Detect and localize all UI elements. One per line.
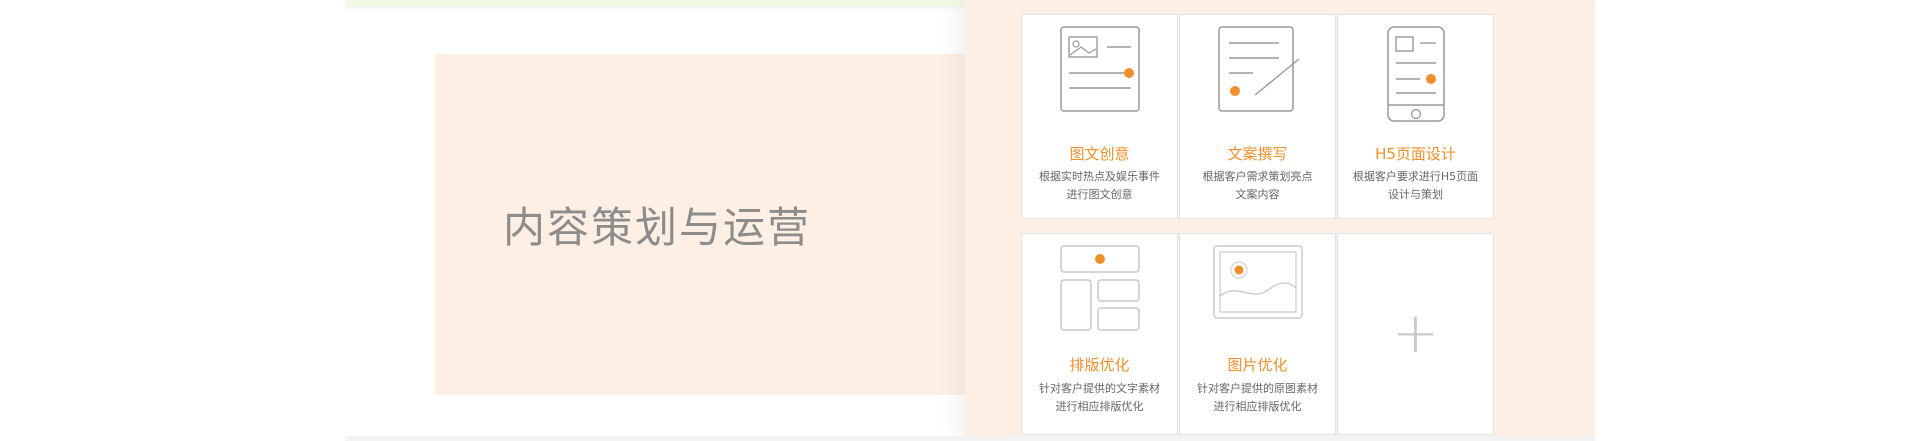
service-title: 排版优化 <box>1069 356 1130 374</box>
service-description-line: 进行图文创意 <box>1066 188 1133 201</box>
service-description: 根据实时热点及娱乐事件 进行图文创意 <box>1028 168 1171 204</box>
service-description: 针对客户提供的原图素材 进行相应排版优化 <box>1186 380 1329 416</box>
layout-icon <box>1022 234 1177 352</box>
service-description: 根据客户要求进行H5页面 设计与策划 <box>1344 168 1487 204</box>
service-card-picture[interactable]: 图片优化 针对客户提供的原图素材 进行相应排版优化 <box>1179 233 1336 435</box>
service-description-line: 进行相应排版优化 <box>1055 400 1144 413</box>
service-card-h5-design[interactable]: H5页面设计 根据客户要求进行H5页面 设计与策划 <box>1337 14 1494 219</box>
picture-icon <box>1180 234 1335 352</box>
service-card-copywriting[interactable]: 文案撰写 根据客户需求策划亮点 文案内容 <box>1179 14 1336 219</box>
service-description-line: 文案内容 <box>1235 188 1280 201</box>
service-description-line: 根据客户要求进行H5页面 <box>1352 170 1479 183</box>
service-title: H5页面设计 <box>1375 145 1456 163</box>
services-grid: 图文创意 根据实时热点及娱乐事件 进行图文创意 文案撰写 根据客户需求策划亮点 … <box>965 0 1595 441</box>
service-description-line: 根据客户需求策划亮点 <box>1202 170 1313 183</box>
section-title: 内容策划与运营 <box>503 203 812 252</box>
service-title: 文案撰写 <box>1227 145 1288 163</box>
service-description-line: 针对客户提供的原图素材 <box>1197 382 1318 395</box>
service-description-line: 设计与策划 <box>1388 188 1443 201</box>
service-title: 图文创意 <box>1069 145 1130 163</box>
service-description-line: 针对客户提供的文字素材 <box>1039 382 1160 395</box>
service-card-more[interactable]: + <box>1337 233 1494 435</box>
service-description-line: 根据实时热点及娱乐事件 <box>1039 170 1160 183</box>
top-divider-bar <box>345 0 1065 6</box>
bottom-divider <box>345 436 1595 441</box>
plus-icon: + <box>1392 301 1439 366</box>
service-description: 针对客户提供的文字素材 进行相应排版优化 <box>1028 380 1171 416</box>
service-card-image-text[interactable]: 图文创意 根据实时热点及娱乐事件 进行图文创意 <box>1021 14 1178 219</box>
service-description: 根据客户需求策划亮点 文案内容 <box>1186 168 1329 204</box>
service-title: 图片优化 <box>1227 356 1288 374</box>
service-description-line: 进行相应排版优化 <box>1213 400 1302 413</box>
document-edit-icon <box>1180 15 1335 133</box>
mobile-page-icon <box>1338 15 1493 133</box>
service-card-layout[interactable]: 排版优化 针对客户提供的文字素材 进行相应排版优化 <box>1021 233 1178 435</box>
image-text-icon <box>1022 15 1177 133</box>
